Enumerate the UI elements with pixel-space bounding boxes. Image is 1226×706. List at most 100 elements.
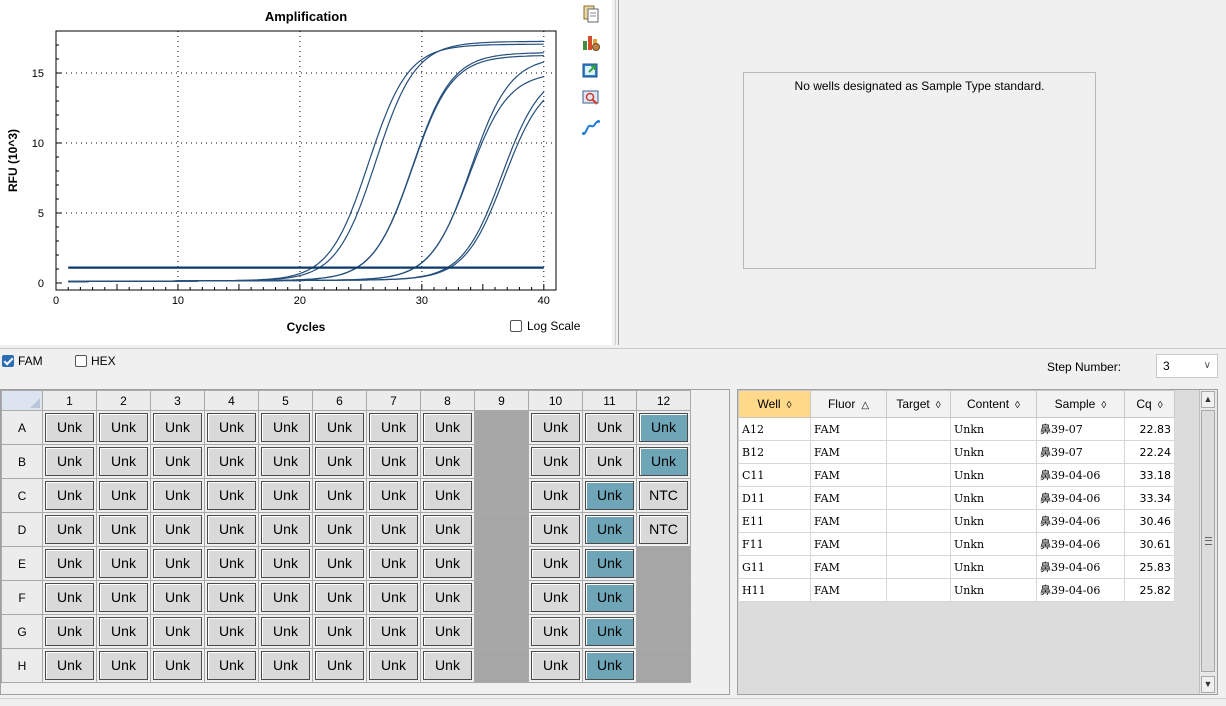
sort-icon[interactable]: ◊	[1015, 400, 1020, 411]
plate-well[interactable]: Unk	[42, 478, 97, 513]
plate-well[interactable]: Unk	[42, 614, 97, 649]
table-row[interactable]: C11 FAM Unkn 鼻39-04-06 33.18	[738, 463, 1175, 487]
sort-icon[interactable]: ◊	[787, 400, 792, 411]
plate-well[interactable]: Unk	[258, 648, 313, 683]
plate-row-header[interactable]: B	[1, 444, 43, 479]
results-column-header[interactable]: Cq ◊	[1124, 390, 1175, 418]
plate-well[interactable]: Unk	[366, 546, 421, 581]
plate-select-all[interactable]	[1, 390, 43, 411]
plate-well[interactable]: Unk	[150, 444, 205, 479]
plate-row-header[interactable]: C	[1, 478, 43, 513]
plate-well[interactable]: Unk	[258, 478, 313, 513]
plate-well[interactable]: Unk	[366, 444, 421, 479]
sort-icon[interactable]: ◊	[936, 400, 941, 411]
plate-column-header[interactable]: 1	[42, 390, 97, 411]
results-column-header[interactable]: Content ◊	[950, 390, 1037, 418]
plate-well[interactable]: Unk	[258, 444, 313, 479]
table-row[interactable]: G11 FAM Unkn 鼻39-04-06 25.83	[738, 555, 1175, 579]
plate-well-empty[interactable]	[474, 512, 529, 547]
table-row[interactable]: F11 FAM Unkn 鼻39-04-06 30.61	[738, 532, 1175, 556]
plate-well[interactable]: Unk	[258, 580, 313, 615]
plate-well[interactable]: Unk	[528, 614, 583, 649]
plate-well[interactable]: Unk	[96, 580, 151, 615]
plate-well[interactable]: Unk	[582, 410, 637, 445]
table-row[interactable]: A12 FAM Unkn 鼻39-07 22.83	[738, 417, 1175, 441]
plate-well[interactable]: Unk	[96, 410, 151, 445]
plate-well[interactable]: Unk	[312, 546, 367, 581]
table-row[interactable]: B12 FAM Unkn 鼻39-07 22.24	[738, 440, 1175, 464]
plate-well[interactable]: Unk	[528, 410, 583, 445]
fluor-fam-toggle[interactable]: FAM	[2, 354, 43, 368]
plate-well[interactable]: Unk	[366, 614, 421, 649]
plate-column-header[interactable]: 8	[420, 390, 475, 411]
vertical-splitter[interactable]	[615, 0, 619, 345]
zoom-icon[interactable]	[581, 88, 601, 108]
plate-well-empty[interactable]	[636, 580, 691, 615]
results-column-header[interactable]: Target ◊	[886, 390, 951, 418]
plate-column-header[interactable]: 11	[582, 390, 637, 411]
plate-well[interactable]: Unk	[420, 580, 475, 615]
plate-well[interactable]: Unk	[42, 444, 97, 479]
plate-well[interactable]: Unk	[258, 546, 313, 581]
curve-icon[interactable]	[581, 118, 601, 138]
plate-well[interactable]: Unk	[42, 546, 97, 581]
plate-well[interactable]: Unk	[366, 512, 421, 547]
plate-well[interactable]: Unk	[312, 580, 367, 615]
plate-well[interactable]: Unk	[258, 614, 313, 649]
plate-well[interactable]: Unk	[528, 444, 583, 479]
sort-icon[interactable]: △	[861, 400, 869, 411]
plate-well[interactable]: Unk	[42, 580, 97, 615]
plate-well[interactable]: Unk	[420, 614, 475, 649]
plate-well[interactable]: Unk	[204, 512, 259, 547]
plate-well[interactable]: Unk	[420, 546, 475, 581]
plate-well[interactable]: Unk	[636, 410, 691, 445]
log-scale-checkbox[interactable]	[510, 320, 522, 332]
plate-well[interactable]: Unk	[366, 580, 421, 615]
plate-well[interactable]: Unk	[96, 478, 151, 513]
plate-well[interactable]: Unk	[150, 580, 205, 615]
plate-well[interactable]: Unk	[312, 648, 367, 683]
plate-well[interactable]: Unk	[204, 444, 259, 479]
plate-well[interactable]: Unk	[528, 478, 583, 513]
plate-well[interactable]: Unk	[312, 614, 367, 649]
plate-row-header[interactable]: H	[1, 648, 43, 683]
plate-row-header[interactable]: D	[1, 512, 43, 547]
plate-well[interactable]: Unk	[42, 648, 97, 683]
plate-well[interactable]: Unk	[258, 512, 313, 547]
plate-well[interactable]: Unk	[42, 410, 97, 445]
plate-well[interactable]: Unk	[96, 648, 151, 683]
plate-column-header[interactable]: 7	[366, 390, 421, 411]
plate-well[interactable]: Unk	[420, 478, 475, 513]
plate-well[interactable]: Unk	[204, 580, 259, 615]
plate-column-header[interactable]: 2	[96, 390, 151, 411]
plate-well[interactable]: Unk	[96, 614, 151, 649]
scrollbar-thumb[interactable]	[1201, 410, 1215, 672]
plate-well[interactable]: Unk	[528, 648, 583, 683]
plate-well[interactable]: Unk	[150, 648, 205, 683]
plate-well[interactable]: Unk	[150, 546, 205, 581]
plate-well[interactable]: Unk	[528, 580, 583, 615]
plate-well[interactable]: Unk	[150, 512, 205, 547]
plate-well-empty[interactable]	[474, 614, 529, 649]
plate-well[interactable]: Unk	[636, 444, 691, 479]
plate-well[interactable]: Unk	[420, 444, 475, 479]
results-scrollbar[interactable]: ▲ ▼	[1199, 390, 1217, 694]
plate-well[interactable]: Unk	[366, 478, 421, 513]
plate-well[interactable]: Unk	[366, 410, 421, 445]
plate-row-header[interactable]: F	[1, 580, 43, 615]
plate-row-header[interactable]: A	[1, 410, 43, 445]
fluor-hex-checkbox[interactable]	[75, 355, 87, 367]
plate-well[interactable]: Unk	[204, 410, 259, 445]
plate-well-empty[interactable]	[474, 444, 529, 479]
plate-well[interactable]: Unk	[150, 614, 205, 649]
plate-well[interactable]: Unk	[582, 546, 637, 581]
plate-well[interactable]: Unk	[204, 478, 259, 513]
plate-well[interactable]: Unk	[582, 444, 637, 479]
plate-well[interactable]: Unk	[96, 546, 151, 581]
plate-well[interactable]: Unk	[582, 614, 637, 649]
plate-well[interactable]: Unk	[582, 580, 637, 615]
plate-well[interactable]: Unk	[528, 512, 583, 547]
plate-column-header[interactable]: 10	[528, 390, 583, 411]
plate-well-empty[interactable]	[474, 478, 529, 513]
export-icon[interactable]	[581, 60, 601, 80]
